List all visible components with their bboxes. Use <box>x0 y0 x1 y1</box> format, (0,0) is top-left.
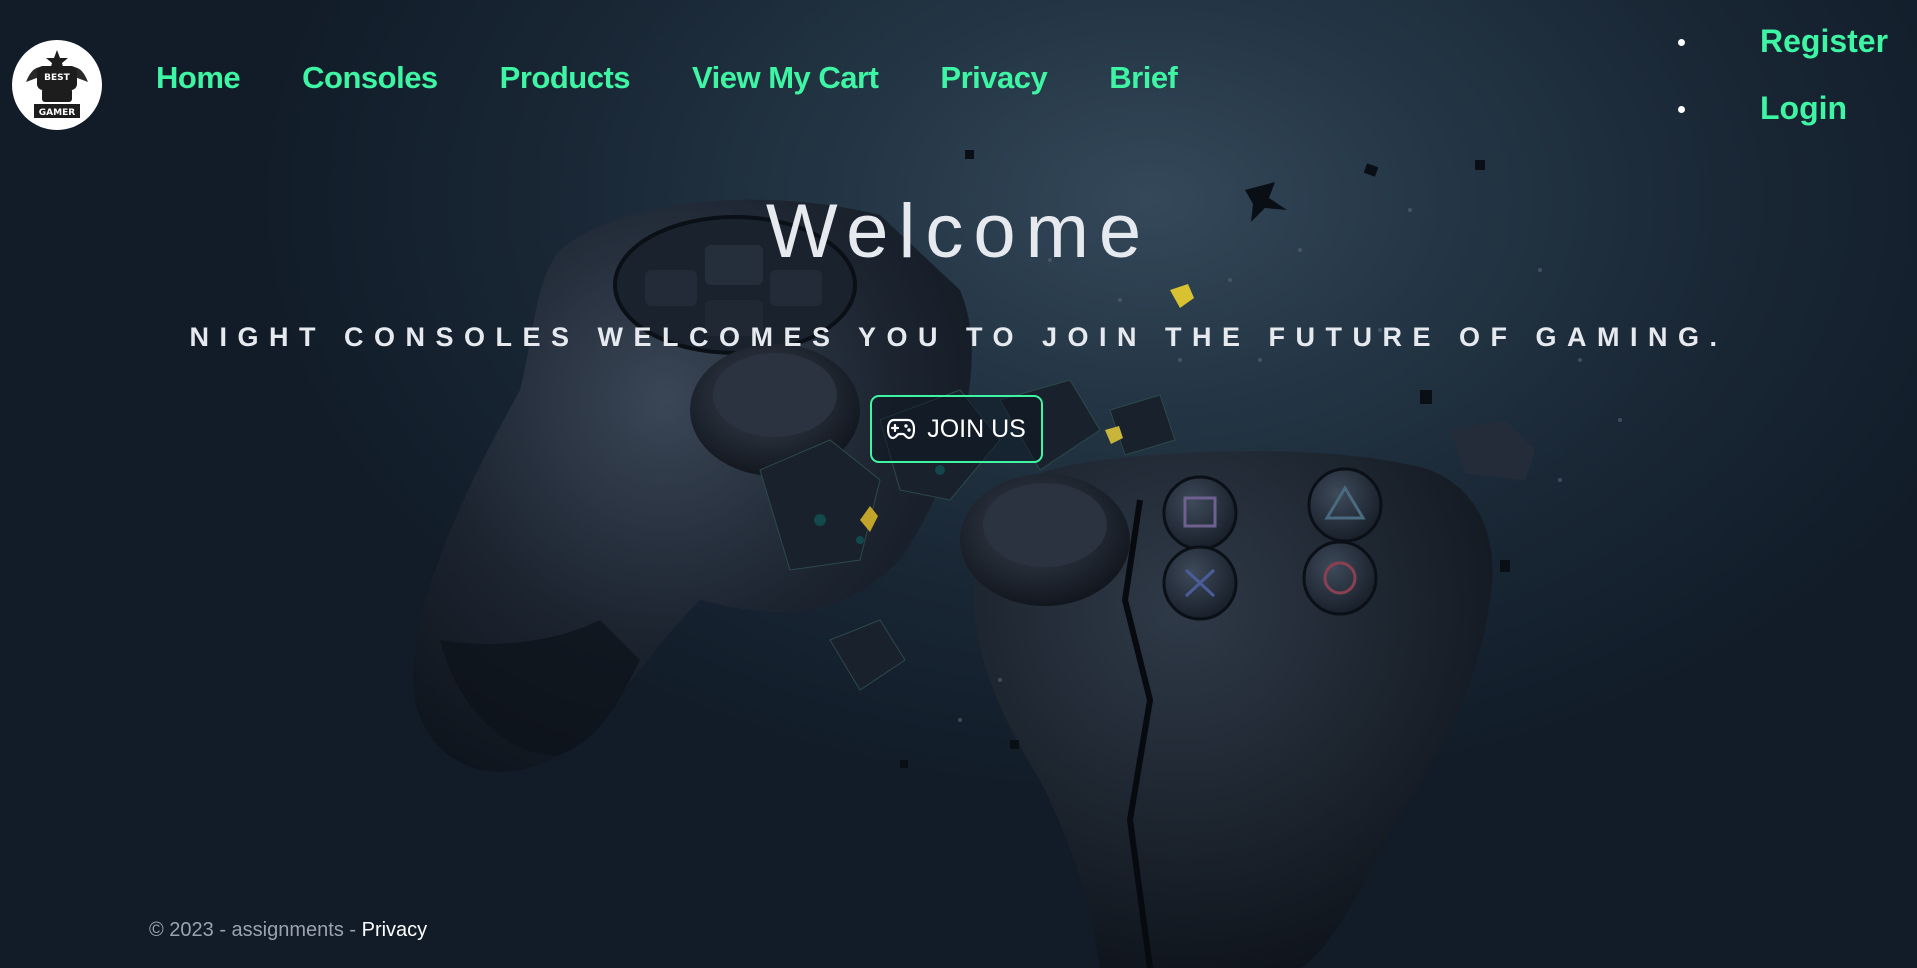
bullet-icon <box>1678 39 1685 46</box>
best-gamer-logo-icon: BEST GAMER <box>13 41 101 129</box>
nav-privacy-link[interactable]: Privacy <box>940 60 1047 96</box>
nav-home-link[interactable]: Home <box>156 60 241 96</box>
hero-title: Welcome <box>765 189 1152 274</box>
nav-brief-link[interactable]: Brief <box>1109 60 1178 96</box>
logo-bottom-text: GAMER <box>39 108 75 118</box>
main-nav: Home Consoles Products View My Cart Priv… <box>156 60 1178 96</box>
hero-tagline: NIGHT CONSOLES WELCOMES YOU TO JOIN THE … <box>189 322 1728 352</box>
footer-copyright: © 2023 - assignments - <box>149 919 362 941</box>
footer-privacy-link[interactable]: Privacy <box>362 919 428 941</box>
controller-background-image <box>412 150 1622 968</box>
page: BEST GAMER Home Consoles Products View M… <box>0 0 1917 968</box>
gamepad-icon <box>887 418 916 440</box>
footer: © 2023 - assignments - Privacy <box>149 919 427 942</box>
nav-cart-link[interactable]: View My Cart <box>692 60 879 96</box>
logo-top-text: BEST <box>44 73 70 83</box>
nav-consoles-link[interactable]: Consoles <box>302 60 438 96</box>
join-us-button[interactable]: JOIN US <box>870 395 1043 463</box>
login-link[interactable]: Login <box>1760 85 1847 131</box>
site-logo[interactable]: BEST GAMER <box>12 40 102 130</box>
join-us-label: JOIN US <box>927 414 1026 443</box>
register-link[interactable]: Register <box>1760 18 1888 64</box>
bullet-icon <box>1678 106 1685 113</box>
nav-products-link[interactable]: Products <box>500 60 631 96</box>
